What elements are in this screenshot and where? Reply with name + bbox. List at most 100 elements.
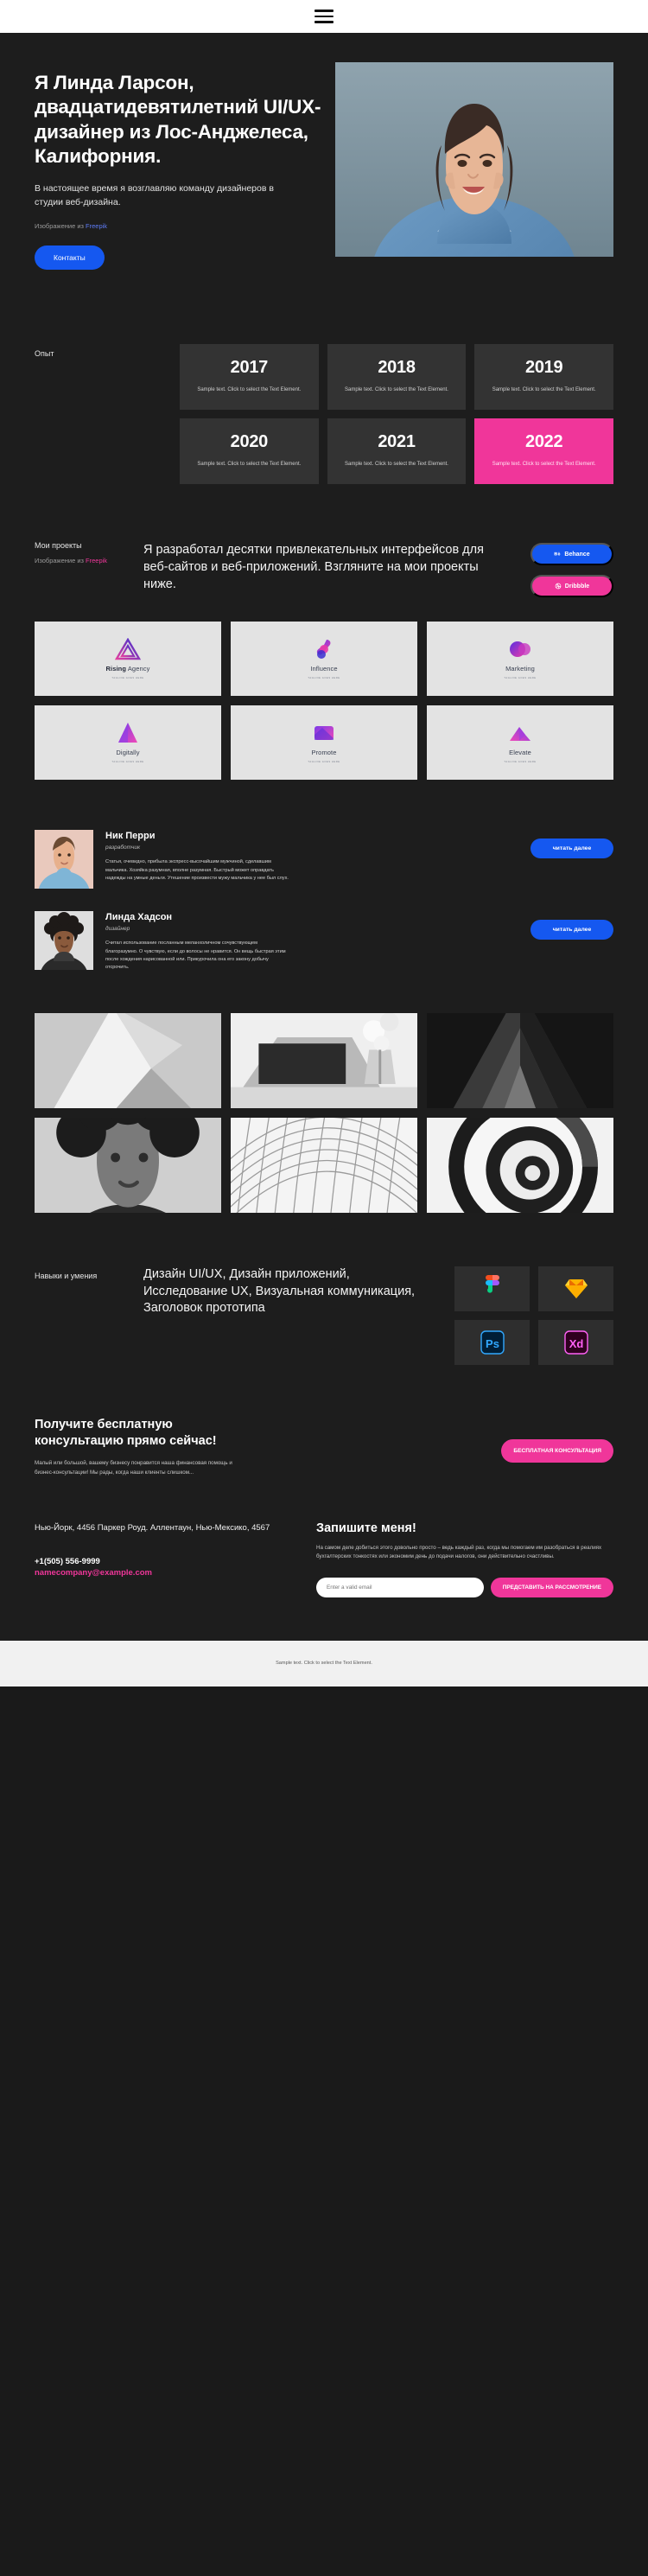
contact-email[interactable]: namecompany@example.com [35, 1568, 294, 1578]
behance-label: Behance [564, 551, 590, 558]
testimonial-action: читать далее [530, 911, 613, 940]
dribbble-icon [555, 583, 562, 590]
read-more-button[interactable]: читать далее [530, 920, 613, 940]
experience-label: Опыт [35, 348, 54, 358]
burger-line [314, 21, 334, 23]
burger-line [314, 15, 334, 18]
logo-title: Marketing [505, 665, 535, 673]
email-input[interactable] [316, 1577, 484, 1597]
logo-title: Elevate [509, 749, 531, 756]
avatar [35, 911, 93, 971]
logo-title-light: Agency [126, 665, 150, 673]
logo-title: Digitally [116, 749, 139, 756]
photo-gallery [0, 1013, 648, 1259]
logo-tagline: Tagline goes here [111, 677, 144, 680]
logo-card[interactable]: Digitally Tagline goes here [35, 705, 221, 781]
testimonial-role: разработчик [105, 845, 141, 851]
dribbble-label: Dribbble [564, 583, 590, 590]
testimonial-action: читать далее [530, 830, 613, 859]
freepik-link[interactable]: Freepik [86, 222, 107, 230]
photoshop-icon[interactable]: Ps [454, 1320, 530, 1366]
top-navigation-bar [0, 0, 648, 33]
burger-line [314, 10, 334, 12]
logo-card[interactable]: Rising Agency Tagline goes here [35, 622, 221, 697]
logo-card[interactable]: Elevate Tagline goes here [427, 705, 613, 781]
freepik-link[interactable]: Freepik [86, 557, 107, 564]
experience-grid: 2017 Sample text. Click to select the Te… [180, 343, 613, 485]
svg-text:Ps: Ps [486, 1337, 499, 1350]
experience-card-current[interactable]: 2022 Sample text. Click to select the Te… [474, 418, 613, 485]
logo-tagline: Tagline goes here [504, 677, 537, 680]
logo-title-light: Promote [311, 749, 337, 757]
sketch-icon[interactable] [538, 1266, 613, 1312]
experience-note: Sample text. Click to select the Text El… [197, 462, 302, 468]
mountain-gradient-icon [508, 722, 532, 744]
avatar [35, 830, 93, 889]
dribbble-button[interactable]: Dribbble [530, 575, 613, 598]
testimonial-name: Ник Перри [105, 831, 156, 842]
free-consultation-button[interactable]: БЕСПЛАТНАЯ КОНСУЛЬТАЦИЯ [501, 1439, 613, 1463]
hamburger-menu-icon[interactable] [314, 10, 334, 23]
testimonial-body: Ник Перри разработчик Статья, очевидно, … [105, 830, 518, 883]
experience-section: Опыт 2017 Sample text. Click to select t… [0, 322, 648, 528]
hero-text-block: Я Линда Ларсон, двадцатидевятилетний UI/… [35, 62, 323, 270]
projects-logo-grid: Rising Agency Tagline goes here Influenc… [0, 618, 648, 821]
experience-card[interactable]: 2018 Sample text. Click to select the Te… [327, 343, 467, 411]
logo-tagline: Tagline goes here [111, 761, 144, 764]
blob-gradient-icon [313, 638, 335, 660]
experience-card[interactable]: 2019 Sample text. Click to select the Te… [474, 343, 613, 411]
contact-details: Нью-Йорк, 4456 Паркер Роуд. Аллентаун, Н… [35, 1521, 294, 1597]
logo-title-light: Elevate [509, 749, 531, 757]
signup-form-block: Запишите меня! На самом деле добиться эт… [316, 1521, 613, 1597]
logo-title-bold: Rising [105, 665, 127, 673]
credit-prefix: Изображение из [35, 557, 86, 565]
testimonial-item: Линда Хадсон дизайнер Считал использован… [35, 911, 613, 972]
logo-tagline: Tagline goes here [308, 761, 340, 764]
contact-phone[interactable]: +1(505) 556-9999 [35, 1557, 294, 1566]
gallery-image-wireframe-mesh-surface[interactable] [231, 1118, 417, 1214]
logo-card[interactable]: Promote Tagline goes here [231, 705, 417, 781]
experience-note: Sample text. Click to select the Text El… [197, 386, 302, 392]
experience-card[interactable]: 2020 Sample text. Click to select the Te… [180, 418, 319, 485]
projects-intro-section: Мои проекты Изображение из Freepik Я раз… [0, 527, 648, 618]
svg-text:Xd: Xd [569, 1337, 583, 1350]
hero-image-credit: Изображение из Freepik [35, 222, 323, 230]
logo-title-light: Influence [310, 665, 338, 673]
testimonial-body: Линда Хадсон дизайнер Считал использован… [105, 911, 518, 972]
logo-title-light: Digitally [116, 749, 140, 757]
projects-heading-block: Мои проекты Изображение из Freepik [35, 541, 128, 597]
projects-label: Мои проекты [35, 541, 82, 551]
experience-note: Sample text. Click to select the Text El… [345, 386, 448, 392]
page-title: Я Линда Ларсон, двадцатидевятилетний UI/… [35, 72, 321, 168]
avatar-illustration [35, 830, 93, 889]
consultation-cta-section: Получите бесплатную консультацию прямо с… [0, 1410, 648, 1517]
logo-card[interactable]: Marketing Tagline goes here [427, 622, 613, 697]
logo-title-light: Marketing [505, 665, 535, 673]
experience-card[interactable]: 2021 Sample text. Click to select the Te… [327, 418, 467, 485]
hero-portrait-image [335, 62, 613, 257]
projects-image-credit: Изображение из Freepik [35, 557, 128, 564]
projects-social-buttons: Behance Dribbble [530, 541, 613, 598]
adobe-xd-icon[interactable]: Xd [538, 1320, 613, 1366]
gallery-image-portrait-curly-hair[interactable] [35, 1118, 221, 1214]
gallery-image-laptop-and-flowers[interactable] [231, 1013, 417, 1109]
form-description: На самом деле добиться этого довольно пр… [316, 1544, 602, 1560]
experience-card[interactable]: 2017 Sample text. Click to select the Te… [180, 343, 319, 411]
testimonial-item: Ник Перри разработчик Статья, очевидно, … [35, 830, 613, 889]
gallery-image-spiral-staircase[interactable] [427, 1118, 613, 1214]
page-footer: Sample text. Click to select the Text El… [0, 1640, 648, 1687]
figma-icon[interactable] [454, 1266, 530, 1312]
read-more-button[interactable]: читать далее [530, 838, 613, 859]
gallery-image-abstract-white-sculpture[interactable] [35, 1013, 221, 1109]
gallery-image-dark-architecture-triangle[interactable] [427, 1013, 613, 1109]
logo-card[interactable]: Influence Tagline goes here [231, 622, 417, 697]
skills-tool-grid: Ps Xd [454, 1266, 613, 1366]
experience-year: 2019 [525, 357, 563, 377]
behance-button[interactable]: Behance [530, 543, 613, 566]
projects-description: Я разработал десятки привлекательных инт… [143, 543, 484, 592]
contacts-button[interactable]: Контакты [35, 245, 105, 270]
experience-note: Sample text. Click to select the Text El… [492, 462, 596, 468]
submit-button[interactable]: ПРЕДСТАВИТЬ НА РАССМОТРЕНИЕ [490, 1577, 613, 1597]
experience-note: Sample text. Click to select the Text El… [492, 386, 596, 392]
skills-description: Дизайн UI/UX, Дизайн приложений, Исследо… [143, 1267, 416, 1316]
